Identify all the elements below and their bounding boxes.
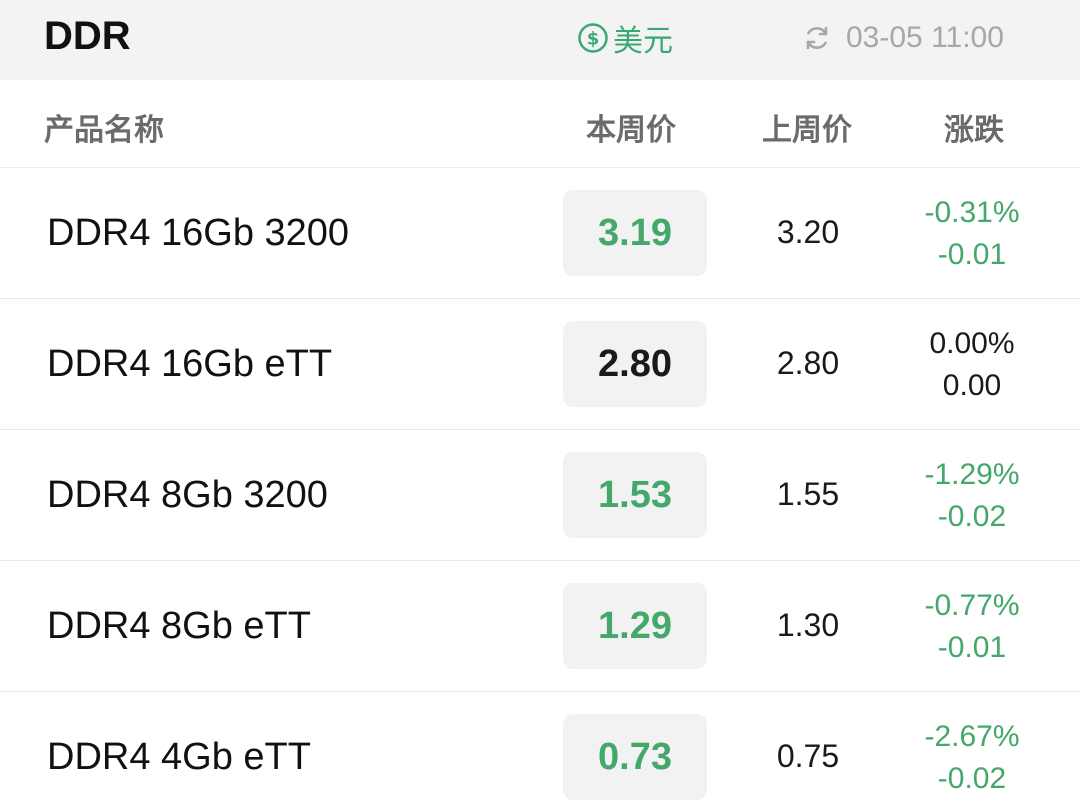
page-title: DDR <box>44 14 131 58</box>
refresh-icon <box>802 23 832 53</box>
previous-price: 0.75 <box>776 738 840 774</box>
current-price: 1.29 <box>563 583 707 669</box>
table-header: 产品名称 本周价 上周价 涨跌 <box>0 80 1080 168</box>
update-time[interactable]: 03-05 11:00 <box>802 18 1004 58</box>
column-header-name: 产品名称 <box>44 113 164 148</box>
column-header-previous[interactable]: 上周价 <box>762 105 852 149</box>
price-change: -1.29% -0.02 <box>902 454 1042 538</box>
previous-price: 1.55 <box>776 476 840 512</box>
change-amount: -0.01 <box>937 238 1007 271</box>
column-header-current[interactable]: 本周价 <box>586 105 676 149</box>
timestamp: 03-05 11:00 <box>846 21 1004 54</box>
change-amount: -0.02 <box>937 762 1007 795</box>
product-name: DDR4 8Gb eTT <box>47 605 311 647</box>
change-percent: -1.29% <box>924 458 1020 491</box>
product-name: DDR4 16Gb eTT <box>47 343 333 385</box>
current-price: 3.19 <box>563 190 707 276</box>
price-change: -2.67% -0.02 <box>902 716 1042 800</box>
price-change: 0.00% 0.00 <box>902 323 1042 407</box>
dollar-circle-icon: $ <box>577 22 609 54</box>
currency-toggle[interactable]: $ 美元 <box>577 18 673 59</box>
current-price: 1.53 <box>563 452 707 538</box>
change-amount: -0.02 <box>937 500 1007 533</box>
product-name: DDR4 8Gb 3200 <box>47 474 328 516</box>
table-row[interactable]: DDR4 8Gb 3200 1.53 1.55 -1.29% -0.02 <box>0 430 1080 561</box>
table-row[interactable]: DDR4 16Gb eTT 2.80 2.80 0.00% 0.00 <box>0 299 1080 430</box>
table-row[interactable]: DDR4 4Gb eTT 0.73 0.75 -2.67% -0.02 <box>0 692 1080 810</box>
previous-price: 3.20 <box>776 214 840 250</box>
svg-text:$: $ <box>587 29 600 50</box>
previous-price: 1.30 <box>776 607 840 643</box>
price-change: -0.77% -0.01 <box>902 585 1042 669</box>
price-change: -0.31% -0.01 <box>902 192 1042 276</box>
price-table: DDR4 16Gb 3200 3.19 3.20 -0.31% -0.01 DD… <box>0 168 1080 810</box>
previous-price: 2.80 <box>776 345 840 381</box>
table-row[interactable]: DDR4 16Gb 3200 3.19 3.20 -0.31% -0.01 <box>0 168 1080 299</box>
price-page: DDR $ 美元 03-05 11:00 产品名称 本周价 上周价 涨跌 DDR… <box>0 0 1080 810</box>
change-percent: -0.31% <box>924 196 1020 229</box>
change-percent: 0.00% <box>929 327 1015 360</box>
change-amount: 0.00 <box>942 369 1002 402</box>
current-price: 0.73 <box>563 714 707 800</box>
product-name: DDR4 16Gb 3200 <box>47 212 350 254</box>
current-price: 2.80 <box>563 321 707 407</box>
table-row[interactable]: DDR4 8Gb eTT 1.29 1.30 -0.77% -0.01 <box>0 561 1080 692</box>
change-percent: -2.67% <box>924 720 1020 753</box>
change-percent: -0.77% <box>924 589 1020 622</box>
top-bar: DDR $ 美元 03-05 11:00 <box>0 0 1080 80</box>
product-name: DDR4 4Gb eTT <box>47 736 311 778</box>
change-amount: -0.01 <box>937 631 1007 664</box>
currency-label: 美元 <box>613 24 673 59</box>
column-header-change[interactable]: 涨跌 <box>944 105 1004 149</box>
